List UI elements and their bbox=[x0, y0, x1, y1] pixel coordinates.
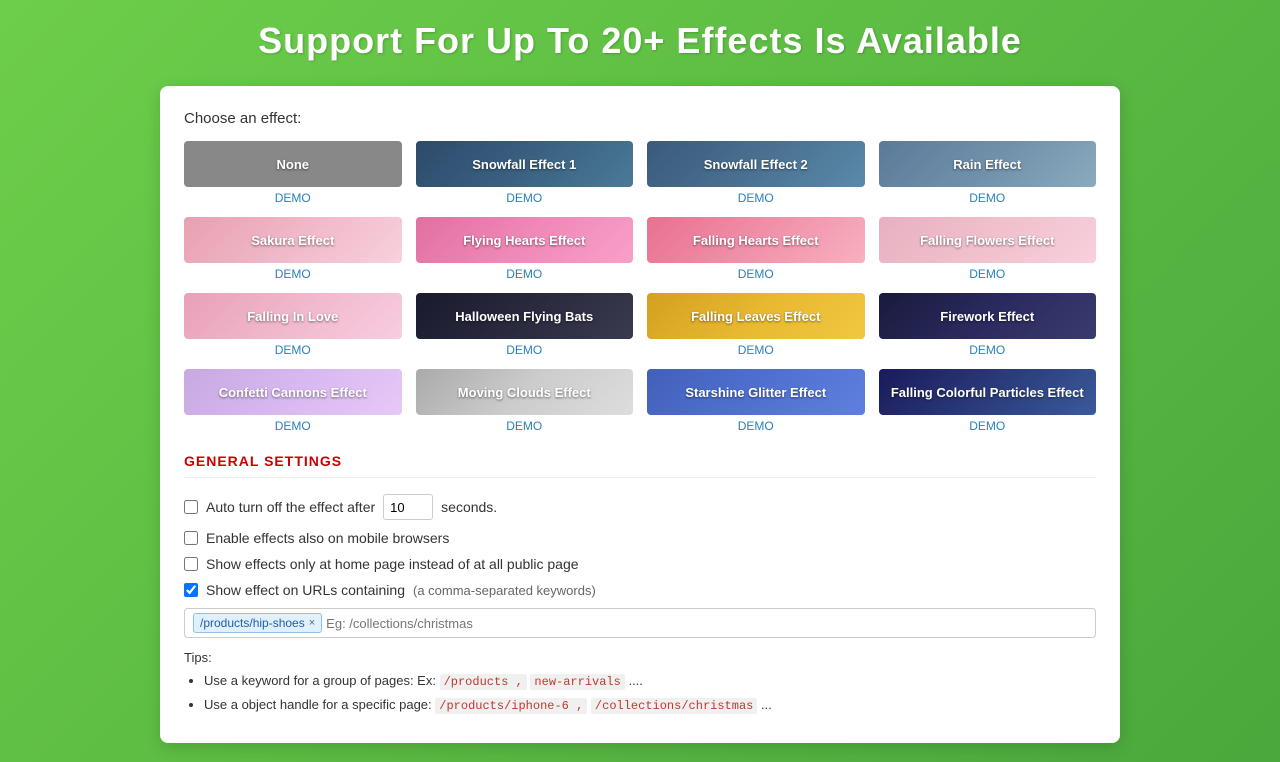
demo-link-sakura[interactable]: DEMO bbox=[275, 267, 311, 281]
tips-list: Use a keyword for a group of pages: Ex: … bbox=[184, 671, 1096, 715]
effect-btn-starshine[interactable]: Starshine Glitter Effect bbox=[647, 369, 865, 415]
choose-label: Choose an effect: bbox=[184, 110, 1096, 127]
effect-item-firework: Firework Effect DEMO bbox=[879, 293, 1097, 357]
effects-grid: NoneDEMOSnowfall Effect 1DEMOSnowfall Ef… bbox=[184, 141, 1096, 433]
demo-link-moving-clouds[interactable]: DEMO bbox=[506, 419, 542, 433]
url-label: Show effect on URLs containing bbox=[206, 582, 405, 598]
mobile-label: Enable effects also on mobile browsers bbox=[206, 530, 449, 546]
effect-btn-rain[interactable]: Rain Effect bbox=[879, 141, 1097, 187]
effect-btn-firework[interactable]: Firework Effect bbox=[879, 293, 1097, 339]
effect-item-rain: Rain Effect DEMO bbox=[879, 141, 1097, 205]
effect-item-falling-colorful: Falling Colorful Particles Effect DEMO bbox=[879, 369, 1097, 433]
homepage-label: Show effects only at home page instead o… bbox=[206, 556, 579, 572]
demo-link-starshine[interactable]: DEMO bbox=[738, 419, 774, 433]
url-tag-text: /products/hip-shoes bbox=[200, 616, 305, 630]
demo-link-rain[interactable]: DEMO bbox=[969, 191, 1005, 205]
effect-btn-snowfall1[interactable]: Snowfall Effect 1 bbox=[416, 141, 634, 187]
url-row: Show effect on URLs containing (a comma-… bbox=[184, 582, 1096, 598]
demo-link-falling-leaves[interactable]: DEMO bbox=[738, 343, 774, 357]
effect-btn-falling-colorful[interactable]: Falling Colorful Particles Effect bbox=[879, 369, 1097, 415]
effect-btn-falling-flowers[interactable]: Falling Flowers Effect bbox=[879, 217, 1097, 263]
effect-item-falling-hearts: Falling Hearts Effect DEMO bbox=[647, 217, 865, 281]
auto-turnoff-row: Auto turn off the effect after seconds. bbox=[184, 494, 1096, 520]
effect-btn-halloween[interactable]: Halloween Flying Bats bbox=[416, 293, 634, 339]
tip-item-1: Use a keyword for a group of pages: Ex: … bbox=[204, 671, 1096, 691]
effect-btn-snowfall2[interactable]: Snowfall Effect 2 bbox=[647, 141, 865, 187]
demo-link-falling-flowers[interactable]: DEMO bbox=[969, 267, 1005, 281]
url-tag: /products/hip-shoes × bbox=[193, 613, 322, 633]
effect-item-falling-leaves: Falling Leaves Effect DEMO bbox=[647, 293, 865, 357]
effect-btn-sakura[interactable]: Sakura Effect bbox=[184, 217, 402, 263]
auto-turnoff-checkbox[interactable] bbox=[184, 500, 198, 514]
demo-link-halloween[interactable]: DEMO bbox=[506, 343, 542, 357]
effect-item-halloween: Halloween Flying Bats DEMO bbox=[416, 293, 634, 357]
demo-link-firework[interactable]: DEMO bbox=[969, 343, 1005, 357]
effect-item-falling-in-love: Falling In Love DEMO bbox=[184, 293, 402, 357]
demo-link-flying-hearts[interactable]: DEMO bbox=[506, 267, 542, 281]
tips-title: Tips: bbox=[184, 650, 1096, 665]
effect-btn-confetti[interactable]: Confetti Cannons Effect bbox=[184, 369, 402, 415]
effect-item-starshine: Starshine Glitter Effect DEMO bbox=[647, 369, 865, 433]
effect-btn-none[interactable]: None bbox=[184, 141, 402, 187]
demo-link-confetti[interactable]: DEMO bbox=[275, 419, 311, 433]
effect-item-none: None DEMO bbox=[184, 141, 402, 205]
effect-item-snowfall2: Snowfall Effect 2 DEMO bbox=[647, 141, 865, 205]
effect-btn-falling-in-love[interactable]: Falling In Love bbox=[184, 293, 402, 339]
url-checkbox[interactable] bbox=[184, 583, 198, 597]
demo-link-falling-hearts[interactable]: DEMO bbox=[738, 267, 774, 281]
url-input-row[interactable]: /products/hip-shoes × bbox=[184, 608, 1096, 638]
auto-turnoff-label: Auto turn off the effect after bbox=[206, 499, 375, 515]
homepage-row: Show effects only at home page instead o… bbox=[184, 556, 1096, 572]
url-tag-remove[interactable]: × bbox=[309, 617, 315, 629]
effect-item-moving-clouds: Moving Clouds Effect DEMO bbox=[416, 369, 634, 433]
url-hint: (a comma-separated keywords) bbox=[413, 583, 596, 598]
effect-btn-falling-hearts[interactable]: Falling Hearts Effect bbox=[647, 217, 865, 263]
mobile-row: Enable effects also on mobile browsers bbox=[184, 530, 1096, 546]
section-title: GENERAL SETTINGS bbox=[184, 453, 1096, 478]
tips-section: Tips: Use a keyword for a group of pages… bbox=[184, 650, 1096, 715]
url-input[interactable] bbox=[326, 616, 1087, 631]
effect-item-flying-hearts: Flying Hearts Effect DEMO bbox=[416, 217, 634, 281]
effect-btn-falling-leaves[interactable]: Falling Leaves Effect bbox=[647, 293, 865, 339]
homepage-checkbox[interactable] bbox=[184, 557, 198, 571]
demo-link-snowfall1[interactable]: DEMO bbox=[506, 191, 542, 205]
mobile-checkbox[interactable] bbox=[184, 531, 198, 545]
page-title: Support For Up To 20+ Effects Is Availab… bbox=[258, 20, 1022, 62]
effect-item-confetti: Confetti Cannons Effect DEMO bbox=[184, 369, 402, 433]
demo-link-snowfall2[interactable]: DEMO bbox=[738, 191, 774, 205]
auto-turnoff-input[interactable] bbox=[383, 494, 433, 520]
effect-item-falling-flowers: Falling Flowers Effect DEMO bbox=[879, 217, 1097, 281]
effect-btn-flying-hearts[interactable]: Flying Hearts Effect bbox=[416, 217, 634, 263]
auto-turnoff-suffix: seconds. bbox=[441, 499, 497, 515]
main-panel: Choose an effect: NoneDEMOSnowfall Effec… bbox=[160, 86, 1120, 743]
demo-link-falling-in-love[interactable]: DEMO bbox=[275, 343, 311, 357]
demo-link-falling-colorful[interactable]: DEMO bbox=[969, 419, 1005, 433]
general-settings: GENERAL SETTINGS Auto turn off the effec… bbox=[184, 453, 1096, 715]
tip-item-2: Use a object handle for a specific page:… bbox=[204, 695, 1096, 715]
demo-link-none[interactable]: DEMO bbox=[275, 191, 311, 205]
effect-btn-moving-clouds[interactable]: Moving Clouds Effect bbox=[416, 369, 634, 415]
effect-item-snowfall1: Snowfall Effect 1 DEMO bbox=[416, 141, 634, 205]
effect-item-sakura: Sakura Effect DEMO bbox=[184, 217, 402, 281]
